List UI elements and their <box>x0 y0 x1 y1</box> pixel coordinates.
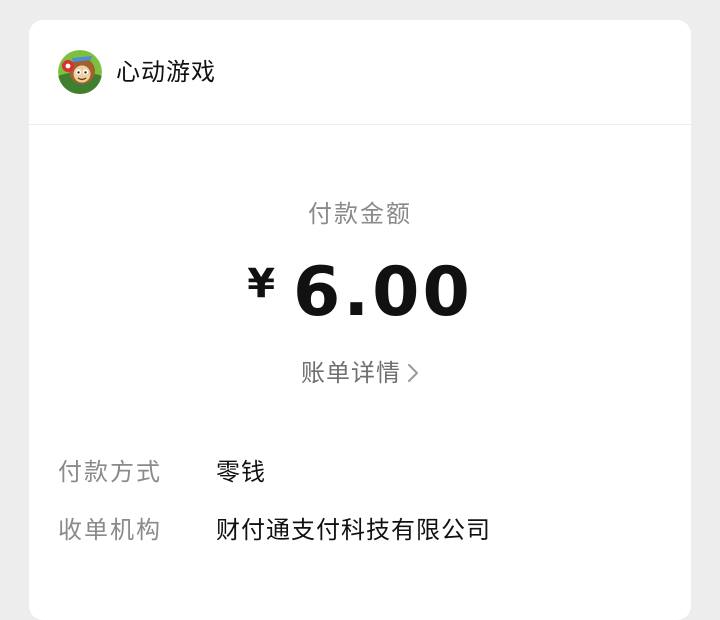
currency-symbol: ¥ <box>247 261 276 307</box>
merchant-header[interactable]: 心动游戏 <box>29 20 691 125</box>
chevron-right-icon <box>407 359 419 391</box>
amount-value: 6.00 <box>293 253 473 332</box>
payment-amount: ¥6.00 <box>29 253 691 332</box>
game-avatar-icon <box>58 50 102 94</box>
payment-receipt-card: 心动游戏 付款金额 ¥6.00 账单详情 付款方式 零钱 收单机构 财付通支付科技有… <box>29 20 691 620</box>
bill-details-link[interactable]: 账单详情 <box>29 357 691 391</box>
acquirer-label: 收单机构 <box>58 516 162 544</box>
amount-label: 付款金额 <box>308 200 412 228</box>
merchant-name: 心动游戏 <box>116 58 216 86</box>
bill-details-label: 账单详情 <box>301 359 401 387</box>
acquirer-row: 收单机构 财付通支付科技有限公司 <box>58 514 491 546</box>
acquirer-value: 财付通支付科技有限公司 <box>216 516 491 544</box>
payment-method-row: 付款方式 零钱 <box>58 456 266 488</box>
payment-method-value: 零钱 <box>216 458 266 486</box>
payment-method-label: 付款方式 <box>58 458 162 486</box>
